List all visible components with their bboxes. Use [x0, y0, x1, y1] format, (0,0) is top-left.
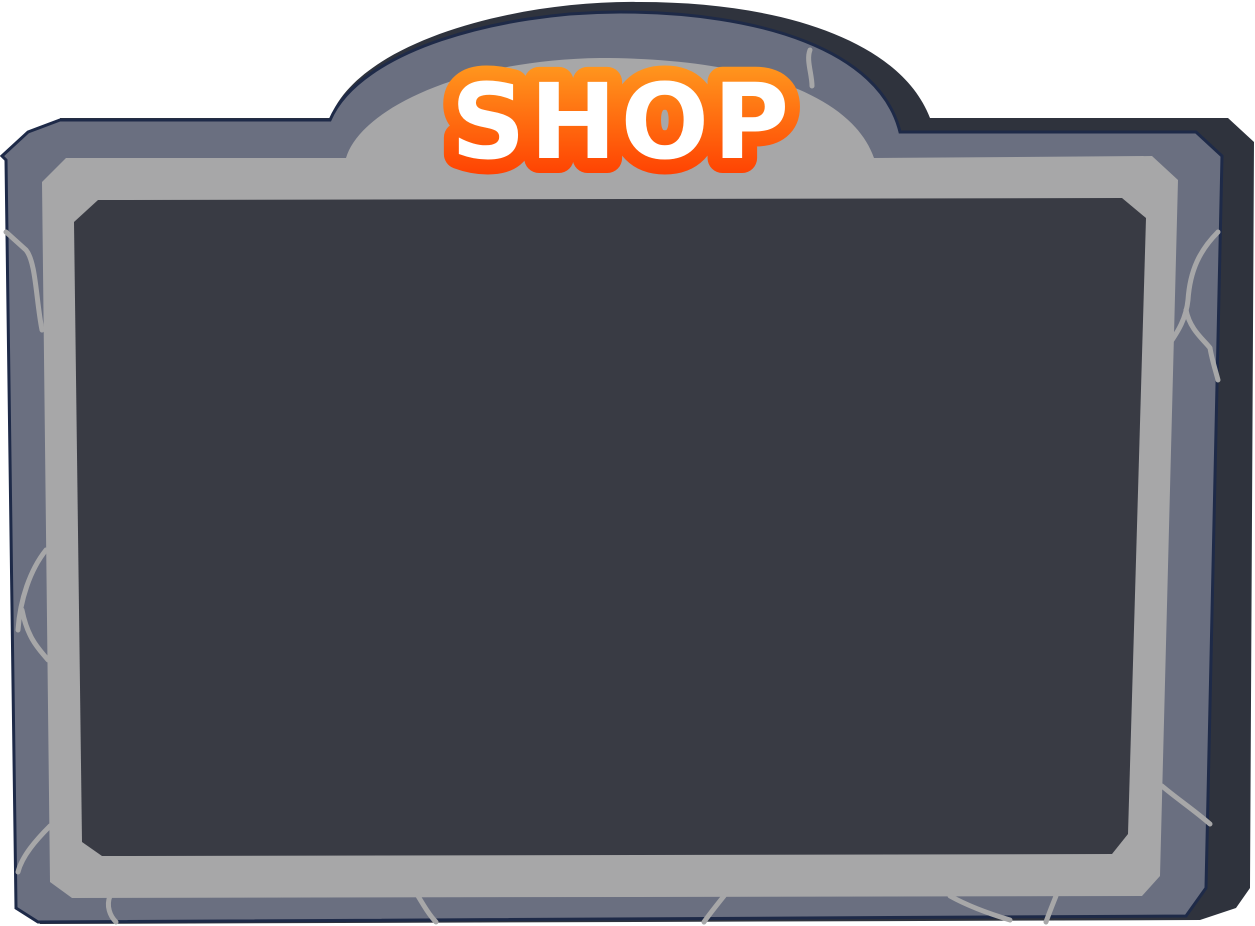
shop-title-group: SHOP SHOP — [436, 46, 805, 198]
shop-title: SHOP — [451, 61, 794, 183]
shop-items-area — [100, 222, 1120, 832]
